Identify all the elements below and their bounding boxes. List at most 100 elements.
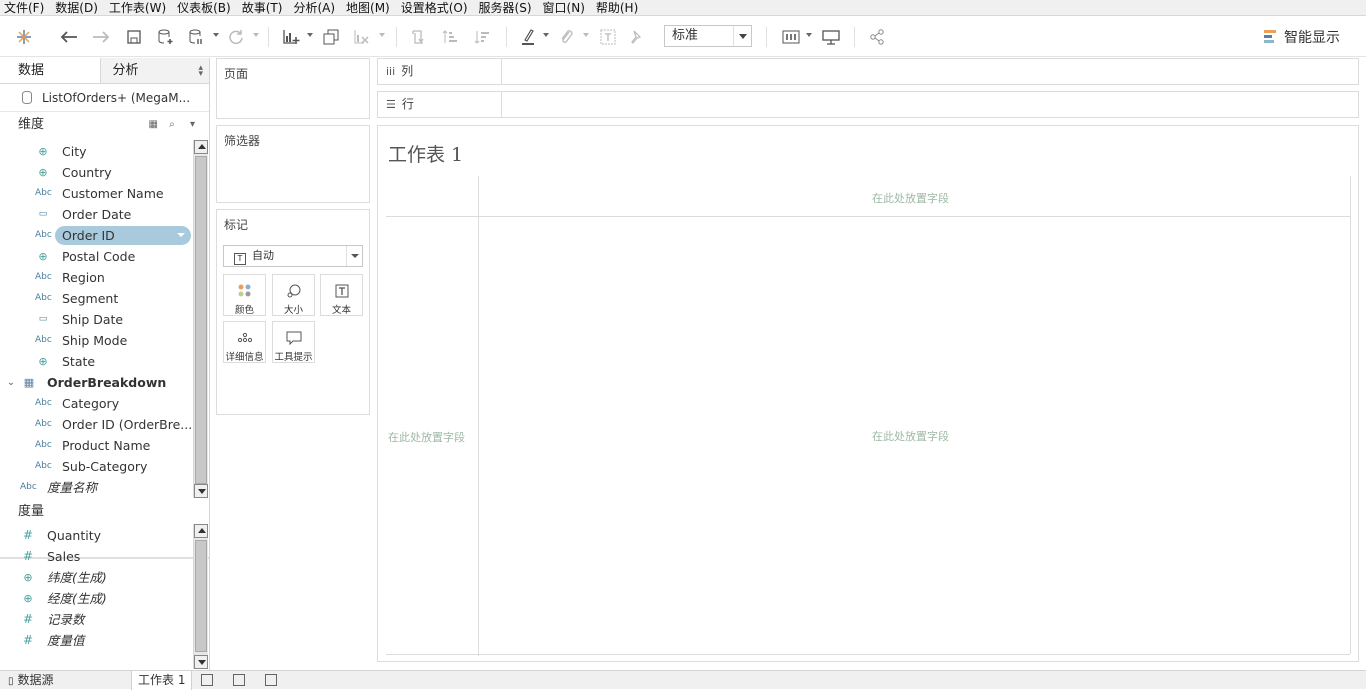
dimension-field[interactable]: ⊕ City (0, 141, 192, 162)
measure-field[interactable]: ⊕ 纬度(生成) (0, 567, 192, 588)
undo-icon[interactable] (58, 25, 80, 49)
show-mark-labels-icon[interactable] (598, 25, 618, 49)
measure-field[interactable]: # 记录数 (0, 609, 192, 630)
refresh-icon[interactable] (226, 25, 246, 49)
scroll-up-icon[interactable] (194, 524, 208, 538)
highlight-icon[interactable] (518, 25, 538, 49)
measures-scrollbar[interactable] (193, 524, 208, 669)
label-button[interactable]: 文本 (320, 274, 363, 316)
refresh-dropdown-caret[interactable] (253, 33, 259, 37)
sort-ascending-icon[interactable] (440, 25, 460, 49)
share-icon[interactable] (866, 25, 888, 49)
chevron-down-icon[interactable]: ⌄ (3, 372, 19, 393)
scroll-down-icon[interactable] (194, 655, 208, 669)
dimension-field[interactable]: Abc Product Name (0, 435, 192, 456)
dimension-field[interactable]: ▭ Ship Date (0, 309, 192, 330)
scroll-up-icon[interactable] (194, 140, 208, 154)
save-icon[interactable] (124, 25, 144, 49)
clear-dropdown-caret[interactable] (379, 33, 385, 37)
highlight-dropdown-caret[interactable] (543, 33, 549, 37)
tooltip-button[interactable]: 工具提示 (272, 321, 315, 363)
dimension-field[interactable]: Abc Category (0, 393, 192, 414)
group-members-icon[interactable] (556, 25, 576, 49)
dimension-field[interactable]: Abc Order ID (OrderBre... (0, 414, 192, 435)
fit-select[interactable]: 标准 (664, 25, 752, 47)
drop-field-columns[interactable]: 在此处放置字段 (872, 190, 949, 206)
drop-field-rows[interactable]: 在此处放置字段 (388, 429, 465, 445)
fix-axes-icon[interactable] (626, 25, 646, 49)
dimension-field[interactable]: Abc Order ID (0, 225, 192, 246)
dimension-field[interactable]: ⊕ Postal Code (0, 246, 192, 267)
menu-item[interactable]: 帮助(H) (596, 0, 638, 16)
dimension-field[interactable]: Abc Ship Mode (0, 330, 192, 351)
view-toggle-icon[interactable]: ▦ (149, 119, 158, 130)
drop-field-center[interactable]: 在此处放置字段 (872, 428, 949, 444)
measure-names-field[interactable]: Abc 度量名称 (0, 477, 192, 498)
size-button[interactable]: 大小 (272, 274, 315, 316)
measure-field[interactable]: # Quantity (0, 525, 192, 546)
menu-item[interactable]: 分析(A) (293, 0, 335, 16)
scroll-thumb[interactable] (195, 156, 207, 484)
sort-descending-icon[interactable] (472, 25, 492, 49)
tableau-logo-icon[interactable] (14, 25, 34, 49)
fit-select-chevron-down-icon[interactable] (733, 26, 751, 46)
chevron-down-icon[interactable]: ▾ (190, 119, 195, 130)
rows-shelf[interactable]: ☰ 行 (377, 91, 1359, 118)
tab-sheet-1[interactable]: 工作表 1 (131, 671, 193, 690)
show-me-button[interactable]: 智能显示 (1264, 25, 1340, 49)
group-dropdown-caret[interactable] (583, 33, 589, 37)
swap-rows-columns-icon[interactable] (408, 25, 428, 49)
measure-field[interactable]: ⊕ 经度(生成) (0, 588, 192, 609)
show-hide-cards-icon[interactable] (780, 25, 802, 49)
chevron-down-icon[interactable] (346, 246, 362, 266)
pause-dropdown-caret[interactable] (213, 33, 219, 37)
dimensions-scrollbar[interactable] (193, 140, 208, 498)
columns-shelf[interactable]: iii 列 (377, 58, 1359, 85)
tab-analytics[interactable]: 分析 ▴ ▾ (99, 58, 209, 83)
menu-item[interactable]: 窗口(N) (543, 0, 585, 16)
dimension-field[interactable]: ⊕ State (0, 351, 192, 372)
cards-dropdown-caret[interactable] (806, 33, 812, 37)
scroll-thumb[interactable] (195, 540, 207, 652)
menu-item[interactable]: 服务器(S) (479, 0, 532, 16)
worksheet-view[interactable]: 工作表 1 在此处放置字段 在此处放置字段 在此处放置字段 (377, 125, 1359, 662)
color-button[interactable]: 颜色 (223, 274, 266, 316)
menu-item[interactable]: 设置格式(O) (401, 0, 468, 16)
dimension-field[interactable]: ⊕ Country (0, 162, 192, 183)
menu-item[interactable]: 数据(D) (55, 0, 98, 16)
dimension-field[interactable]: Abc Customer Name (0, 183, 192, 204)
dimension-field[interactable]: Abc Sub-Category (0, 456, 192, 477)
presentation-mode-icon[interactable] (820, 25, 842, 49)
pause-updates-icon[interactable] (186, 25, 206, 49)
redo-icon[interactable] (90, 25, 112, 49)
menu-item[interactable]: 文件(F) (4, 0, 44, 16)
tab-datasource[interactable]: ▯ 数据源 (8, 671, 54, 690)
new-worksheet-icon[interactable] (201, 674, 213, 686)
filters-card[interactable]: 筛选器 (216, 125, 370, 203)
dimension-field[interactable]: ▭ Order Date (0, 204, 192, 225)
worksheet-title[interactable]: 工作表 1 (388, 140, 463, 167)
scroll-down-icon[interactable] (194, 484, 208, 498)
duplicate-sheet-icon[interactable] (321, 25, 341, 49)
new-datasource-icon[interactable] (156, 25, 176, 49)
new-story-icon[interactable] (265, 674, 277, 686)
new-dashboard-icon[interactable] (233, 674, 245, 686)
dimension-field[interactable]: Abc Segment (0, 288, 192, 309)
new-sheet-dropdown-caret[interactable] (307, 33, 313, 37)
menu-item[interactable]: 仪表板(B) (177, 0, 231, 16)
search-icon[interactable]: ⌕ (169, 119, 175, 130)
table-group-orderbreakdown[interactable]: OrderBreakdown ⌄ ▦ (0, 372, 192, 393)
menu-item[interactable]: 故事(T) (242, 0, 283, 16)
measure-field[interactable]: # Sales (0, 546, 192, 567)
clear-sheet-icon[interactable] (351, 25, 371, 49)
menu-item[interactable]: 地图(M) (346, 0, 390, 16)
mark-type-select[interactable]: T 自动 (223, 245, 363, 267)
detail-button[interactable]: 详细信息 (223, 321, 266, 363)
pages-card[interactable]: 页面 (216, 58, 370, 119)
dimension-field[interactable]: Abc Region (0, 267, 192, 288)
measure-field[interactable]: # 度量值 (0, 630, 192, 651)
datasource-item[interactable]: ListOfOrders+ (MegaM... (0, 84, 209, 112)
tab-data[interactable]: 数据 (0, 58, 100, 83)
new-sheet-icon[interactable] (280, 25, 302, 49)
menu-item[interactable]: 工作表(W) (109, 0, 166, 16)
